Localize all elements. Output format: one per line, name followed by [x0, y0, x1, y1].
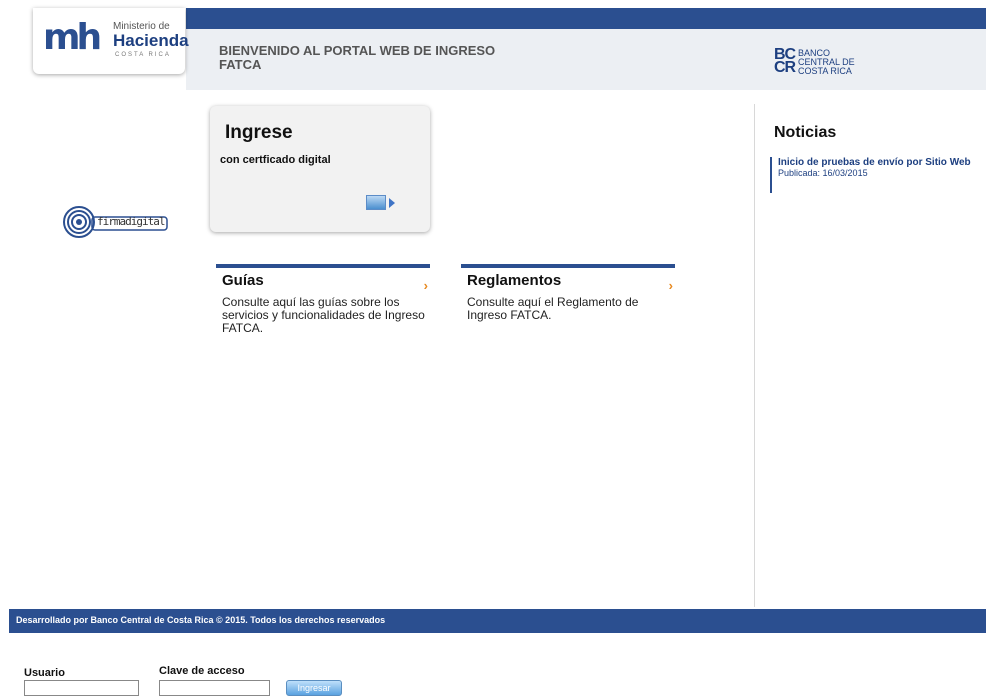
guias-title: Guías — [222, 272, 264, 289]
certificate-card-icon — [366, 195, 386, 211]
chevron-right-icon: › — [668, 278, 673, 293]
top-bar — [186, 8, 986, 29]
reglamentos-section[interactable]: Reglamentos › Consulte aquí el Reglament… — [461, 264, 675, 322]
welcome-line2: FATCA — [219, 57, 262, 72]
card-subtitle: con certficado digital — [220, 154, 331, 166]
news-heading: Noticias — [774, 124, 837, 141]
username-input[interactable] — [24, 680, 139, 696]
reglamentos-text: Consulte aquí el Reglamento de Ingreso F… — [467, 295, 639, 322]
news-item-date: Publicada: 16/03/2015 — [778, 168, 868, 178]
chevron-right-icon: › — [423, 278, 428, 293]
hacienda-logo[interactable]: mh Ministerio de Hacienda COSTA RICA — [33, 8, 189, 74]
footer-bar: Desarrollado por Banco Central de Costa … — [9, 609, 986, 633]
welcome-line1: BIENVENIDO AL PORTAL WEB DE INGRESO — [219, 43, 496, 58]
hacienda-logo-line2: Hacienda — [113, 31, 189, 50]
hacienda-logo-mark: mh — [43, 17, 102, 58]
welcome-heading: BIENVENIDO AL PORTAL WEB DE INGRESO FATC… — [219, 44, 539, 72]
login-button[interactable]: Ingresar — [286, 680, 342, 696]
certificate-login-card[interactable]: Ingrese con certficado digital — [210, 106, 430, 232]
reglamentos-title: Reglamentos — [467, 272, 562, 289]
guias-text: Consulte aquí las guías sobre los servic… — [222, 295, 425, 335]
right-column-divider — [754, 104, 755, 607]
guias-section[interactable]: Guías › Consulte aquí las guías sobre lo… — [216, 264, 430, 335]
bccr-logo-mark: BC CR — [774, 46, 796, 76]
footer-copyright: Desarrollado por Banco Central de Costa … — [16, 615, 386, 625]
card-title: Ingrese — [225, 122, 293, 143]
username-label: Usuario — [24, 667, 65, 679]
arrow-right-icon — [389, 197, 395, 208]
password-label: Clave de acceso — [159, 665, 245, 677]
firma-digital-logo: firmadigital — [62, 205, 172, 244]
password-input[interactable] — [159, 680, 270, 696]
bccr-logo-line3: COSTA RICA — [798, 66, 852, 76]
firma-digital-text: firmadigital — [97, 215, 165, 228]
news-item-title[interactable]: Inicio de pruebas de envío por Sitio Web — [778, 157, 986, 168]
certificate-card-arrow-icon[interactable] — [366, 194, 395, 212]
news-item[interactable]: Inicio de pruebas de envío por Sitio Web… — [770, 157, 986, 193]
hacienda-logo-line3: COSTA RICA — [115, 52, 171, 58]
bccr-logo-text: BANCO CENTRAL DE COSTA RICA — [798, 49, 855, 76]
